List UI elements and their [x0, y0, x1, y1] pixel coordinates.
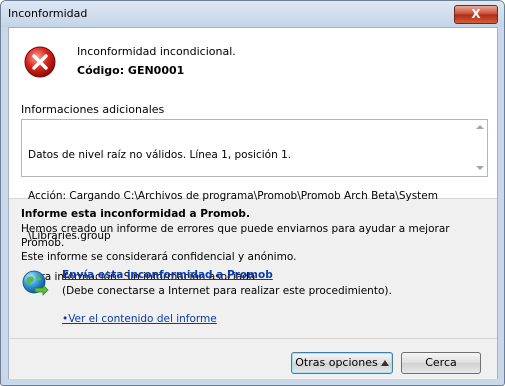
error-icon: [24, 46, 56, 78]
info-line: Acción: Cargando C:\Archivos de programa…: [28, 189, 438, 202]
scroll-down-icon[interactable]: [476, 166, 484, 170]
view-report-link[interactable]: •Ver el contenido del informe: [62, 313, 217, 325]
globe-send-icon[interactable]: [21, 269, 49, 297]
info-line: Datos de nivel raíz no válidos. Línea 1,…: [28, 149, 292, 161]
info-scrollbar[interactable]: [473, 120, 487, 176]
additional-info-label: Informaciones adicionales: [21, 103, 165, 116]
triangle-up-icon: [380, 360, 389, 366]
dialog-body: Inconformidad incondicional. Código: GEN…: [8, 27, 498, 379]
more-options-button[interactable]: Otras opciones: [291, 352, 393, 374]
button-bar: Otras opciones Cerca: [9, 338, 497, 379]
report-title: Informe esta inconformidad a Promob.: [21, 208, 250, 220]
error-panel: Inconformidad incondicional. Código: GEN…: [9, 28, 497, 283]
close-dialog-button[interactable]: Cerca: [401, 352, 481, 374]
send-report-link[interactable]: Envía esta inconformidad a Promob: [62, 269, 273, 281]
error-message: Inconformidad incondicional.: [77, 45, 236, 58]
report-line: Promob.: [21, 237, 65, 249]
report-description: Hemos creado un informe de errores que p…: [21, 222, 481, 264]
window-title: Inconformidad: [8, 7, 88, 20]
scroll-up-icon[interactable]: [476, 125, 484, 129]
title-bar[interactable]: Inconformidad X: [1, 1, 504, 27]
report-line: Hemos creado un informe de errores que p…: [21, 223, 450, 235]
error-dialog: Inconformidad X Inconformidad incondicio…: [0, 0, 505, 386]
error-code: Código: GEN0001: [77, 64, 185, 77]
close-icon: X: [471, 7, 481, 21]
report-line: Este informe se considerará confidencial…: [21, 251, 297, 263]
more-options-label: Otras opciones: [295, 356, 378, 369]
close-button[interactable]: X: [454, 5, 498, 24]
additional-info-textbox[interactable]: Datos de nivel raíz no válidos. Línea 1,…: [21, 119, 488, 283]
send-report-note: (Debe conectarse a Internet para realiza…: [62, 285, 392, 297]
